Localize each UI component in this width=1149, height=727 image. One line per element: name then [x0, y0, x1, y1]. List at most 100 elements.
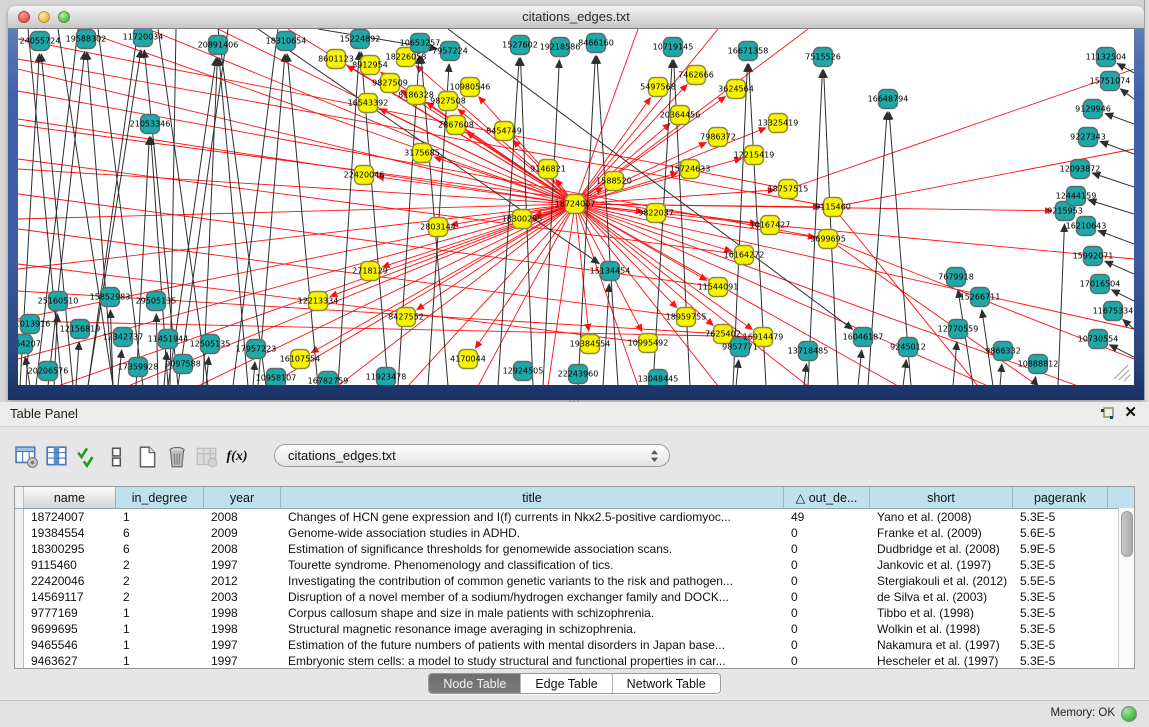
graph-node-label: 2867608	[438, 121, 474, 130]
graph-node-label: 15266711	[960, 293, 1001, 302]
table-row[interactable]: 977716911998Corpus callosum shape and si…	[15, 605, 1134, 621]
row-gutter	[15, 573, 24, 589]
graph-node-label: 16210643	[1066, 222, 1107, 231]
table-row[interactable]: 911546021997Tourette syndrome. Phenomeno…	[15, 557, 1134, 573]
table-cell: 0	[784, 605, 870, 621]
graph-node-label: 17957223	[236, 345, 277, 354]
delete-table-icon-disabled[interactable]	[194, 443, 220, 471]
graph-node-label: 8912954	[352, 61, 388, 70]
function-builder-icon[interactable]: f(x)	[224, 443, 250, 471]
tab-node-table[interactable]: Node Table	[429, 674, 521, 693]
table-cell: 2008	[204, 541, 281, 557]
graph-node-label: 12770559	[938, 325, 979, 334]
column-header-name[interactable]: name	[24, 487, 116, 508]
table-cell: 1	[116, 621, 204, 637]
table-row[interactable]: 946554611997Estimation of the future num…	[15, 637, 1134, 653]
tab-network-table[interactable]: Network Table	[613, 674, 720, 693]
table-chooser-dropdown[interactable]: citations_edges.txt	[274, 444, 670, 467]
graph-node-label: 16914479	[743, 333, 784, 342]
graph-node-label: 16782759	[308, 377, 349, 386]
table-cell: Estimation of significance thresholds fo…	[281, 541, 784, 557]
new-document-icon[interactable]	[134, 443, 160, 471]
graph-node-label: 8427552	[388, 313, 424, 322]
status-bar: Memory: OK	[0, 700, 1149, 727]
graph-node-label: 9827509	[372, 79, 408, 88]
window-titlebar[interactable]: citations_edges.txt	[8, 6, 1144, 29]
graph-node-label: 10730554	[1078, 335, 1119, 344]
table-settings-icon[interactable]	[14, 443, 40, 471]
window-frame: 1872400786011238912954182260589827509165…	[8, 29, 1144, 400]
table-cell: 9115460	[24, 557, 116, 573]
table-cell: 1997	[204, 557, 281, 573]
graph-node-label: 16107554	[280, 355, 321, 364]
graph-node-label: 11544091	[698, 283, 739, 292]
column-header-short[interactable]: short	[870, 487, 1013, 508]
table-row[interactable]: 1830029562008Estimation of significance …	[15, 541, 1134, 557]
table-cell: 0	[784, 573, 870, 589]
column-header-pagerank[interactable]: pagerank	[1013, 487, 1108, 508]
table-panel-header: Table Panel ✕	[0, 402, 1149, 427]
graph-node-label: 19218586	[540, 43, 581, 52]
graph-node-label: 18959755	[666, 313, 707, 322]
table-cell: 1997	[204, 653, 281, 669]
row-gutter	[15, 557, 24, 573]
table-cell: Hescheler et al. (1997)	[870, 653, 1013, 669]
table-row[interactable]: 2242004622012Investigating the contribut…	[15, 573, 1134, 589]
tab-edge-table[interactable]: Edge Table	[521, 674, 612, 693]
table-row[interactable]: 1938455462009Genome-wide association stu…	[15, 525, 1134, 541]
network-canvas[interactable]: 1872400786011238912954182260589827509165…	[18, 29, 1134, 385]
vertical-scrollbar[interactable]	[1118, 508, 1134, 668]
graph-node-label: 10995492	[628, 339, 669, 348]
table-cell: 5.3E-5	[1013, 589, 1108, 605]
table-cell: 2003	[204, 589, 281, 605]
table-cell: 5.3E-5	[1013, 509, 1108, 525]
table-row[interactable]: 969969511998Structural magnetic resonanc…	[15, 621, 1134, 637]
column-header-year[interactable]: year	[204, 487, 281, 508]
graph-node-label: 7625402	[705, 330, 741, 339]
memory-status-led[interactable]	[1121, 706, 1137, 722]
table-cell: 0	[784, 525, 870, 541]
table-row[interactable]: 1872400712008Changes of HCN gene express…	[15, 509, 1134, 525]
close-panel-icon[interactable]: ✕	[1124, 404, 1137, 422]
graph-node-label: 16648794	[868, 95, 909, 104]
table-row[interactable]: 946362711997Embryonic stem cells: a mode…	[15, 653, 1134, 669]
graph-node-label: 13048445	[638, 375, 679, 384]
table-cell: Jankovic et al. (1997)	[870, 557, 1013, 573]
graph-node-label: 10980546	[450, 83, 491, 92]
dropdown-arrows-icon	[650, 449, 659, 463]
table-row[interactable]: 1456911722003Disruption of a novel membe…	[15, 589, 1134, 605]
table-tabs: Node TableEdge TableNetwork Table	[0, 673, 1149, 694]
scrollbar-thumb[interactable]	[1121, 511, 1133, 557]
table-cell: 22420046	[24, 573, 116, 589]
graph-node-label: 12505135	[190, 340, 231, 349]
row-gutter	[15, 637, 24, 653]
graph-node-label: 22420046	[344, 171, 385, 180]
row-header-gutter	[15, 487, 24, 508]
graph-node-label: 9699695	[810, 235, 846, 244]
float-panel-icon[interactable]	[1099, 406, 1115, 422]
row-gutter	[15, 653, 24, 669]
graph-node-label: 12093872	[1060, 165, 1101, 174]
row-selection-icon[interactable]	[104, 443, 130, 471]
table-cell: Changes of HCN gene expression and I(f) …	[281, 509, 784, 525]
graph-node-label: 20206576	[28, 367, 69, 376]
table-cell: 1997	[204, 637, 281, 653]
graph-node-label: 18300295	[502, 215, 543, 224]
table-cell: 1	[116, 637, 204, 653]
delete-trash-icon[interactable]	[164, 443, 190, 471]
desktop: citations_edges.txt 18724007860112389129…	[0, 0, 1149, 727]
table-cell: 2009	[204, 525, 281, 541]
column-header-in-degree[interactable]: in_degree	[116, 487, 204, 508]
edit-column-icon[interactable]	[44, 443, 70, 471]
graph-node-label: 9227343	[1070, 133, 1106, 142]
select-all-check-icon[interactable]	[74, 443, 100, 471]
table-cell: Investigating the contribution of common…	[281, 573, 784, 589]
row-gutter	[15, 589, 24, 605]
table-cell: Corpus callosum shape and size in male p…	[281, 605, 784, 621]
table-cell: 5.3E-5	[1013, 653, 1108, 669]
graph-node-label: 12444159	[1056, 192, 1097, 201]
row-gutter	[15, 509, 24, 525]
column-header-out-de-[interactable]: △ out_de...	[784, 487, 870, 508]
column-header-title[interactable]: title	[281, 487, 784, 508]
row-gutter	[15, 541, 24, 557]
